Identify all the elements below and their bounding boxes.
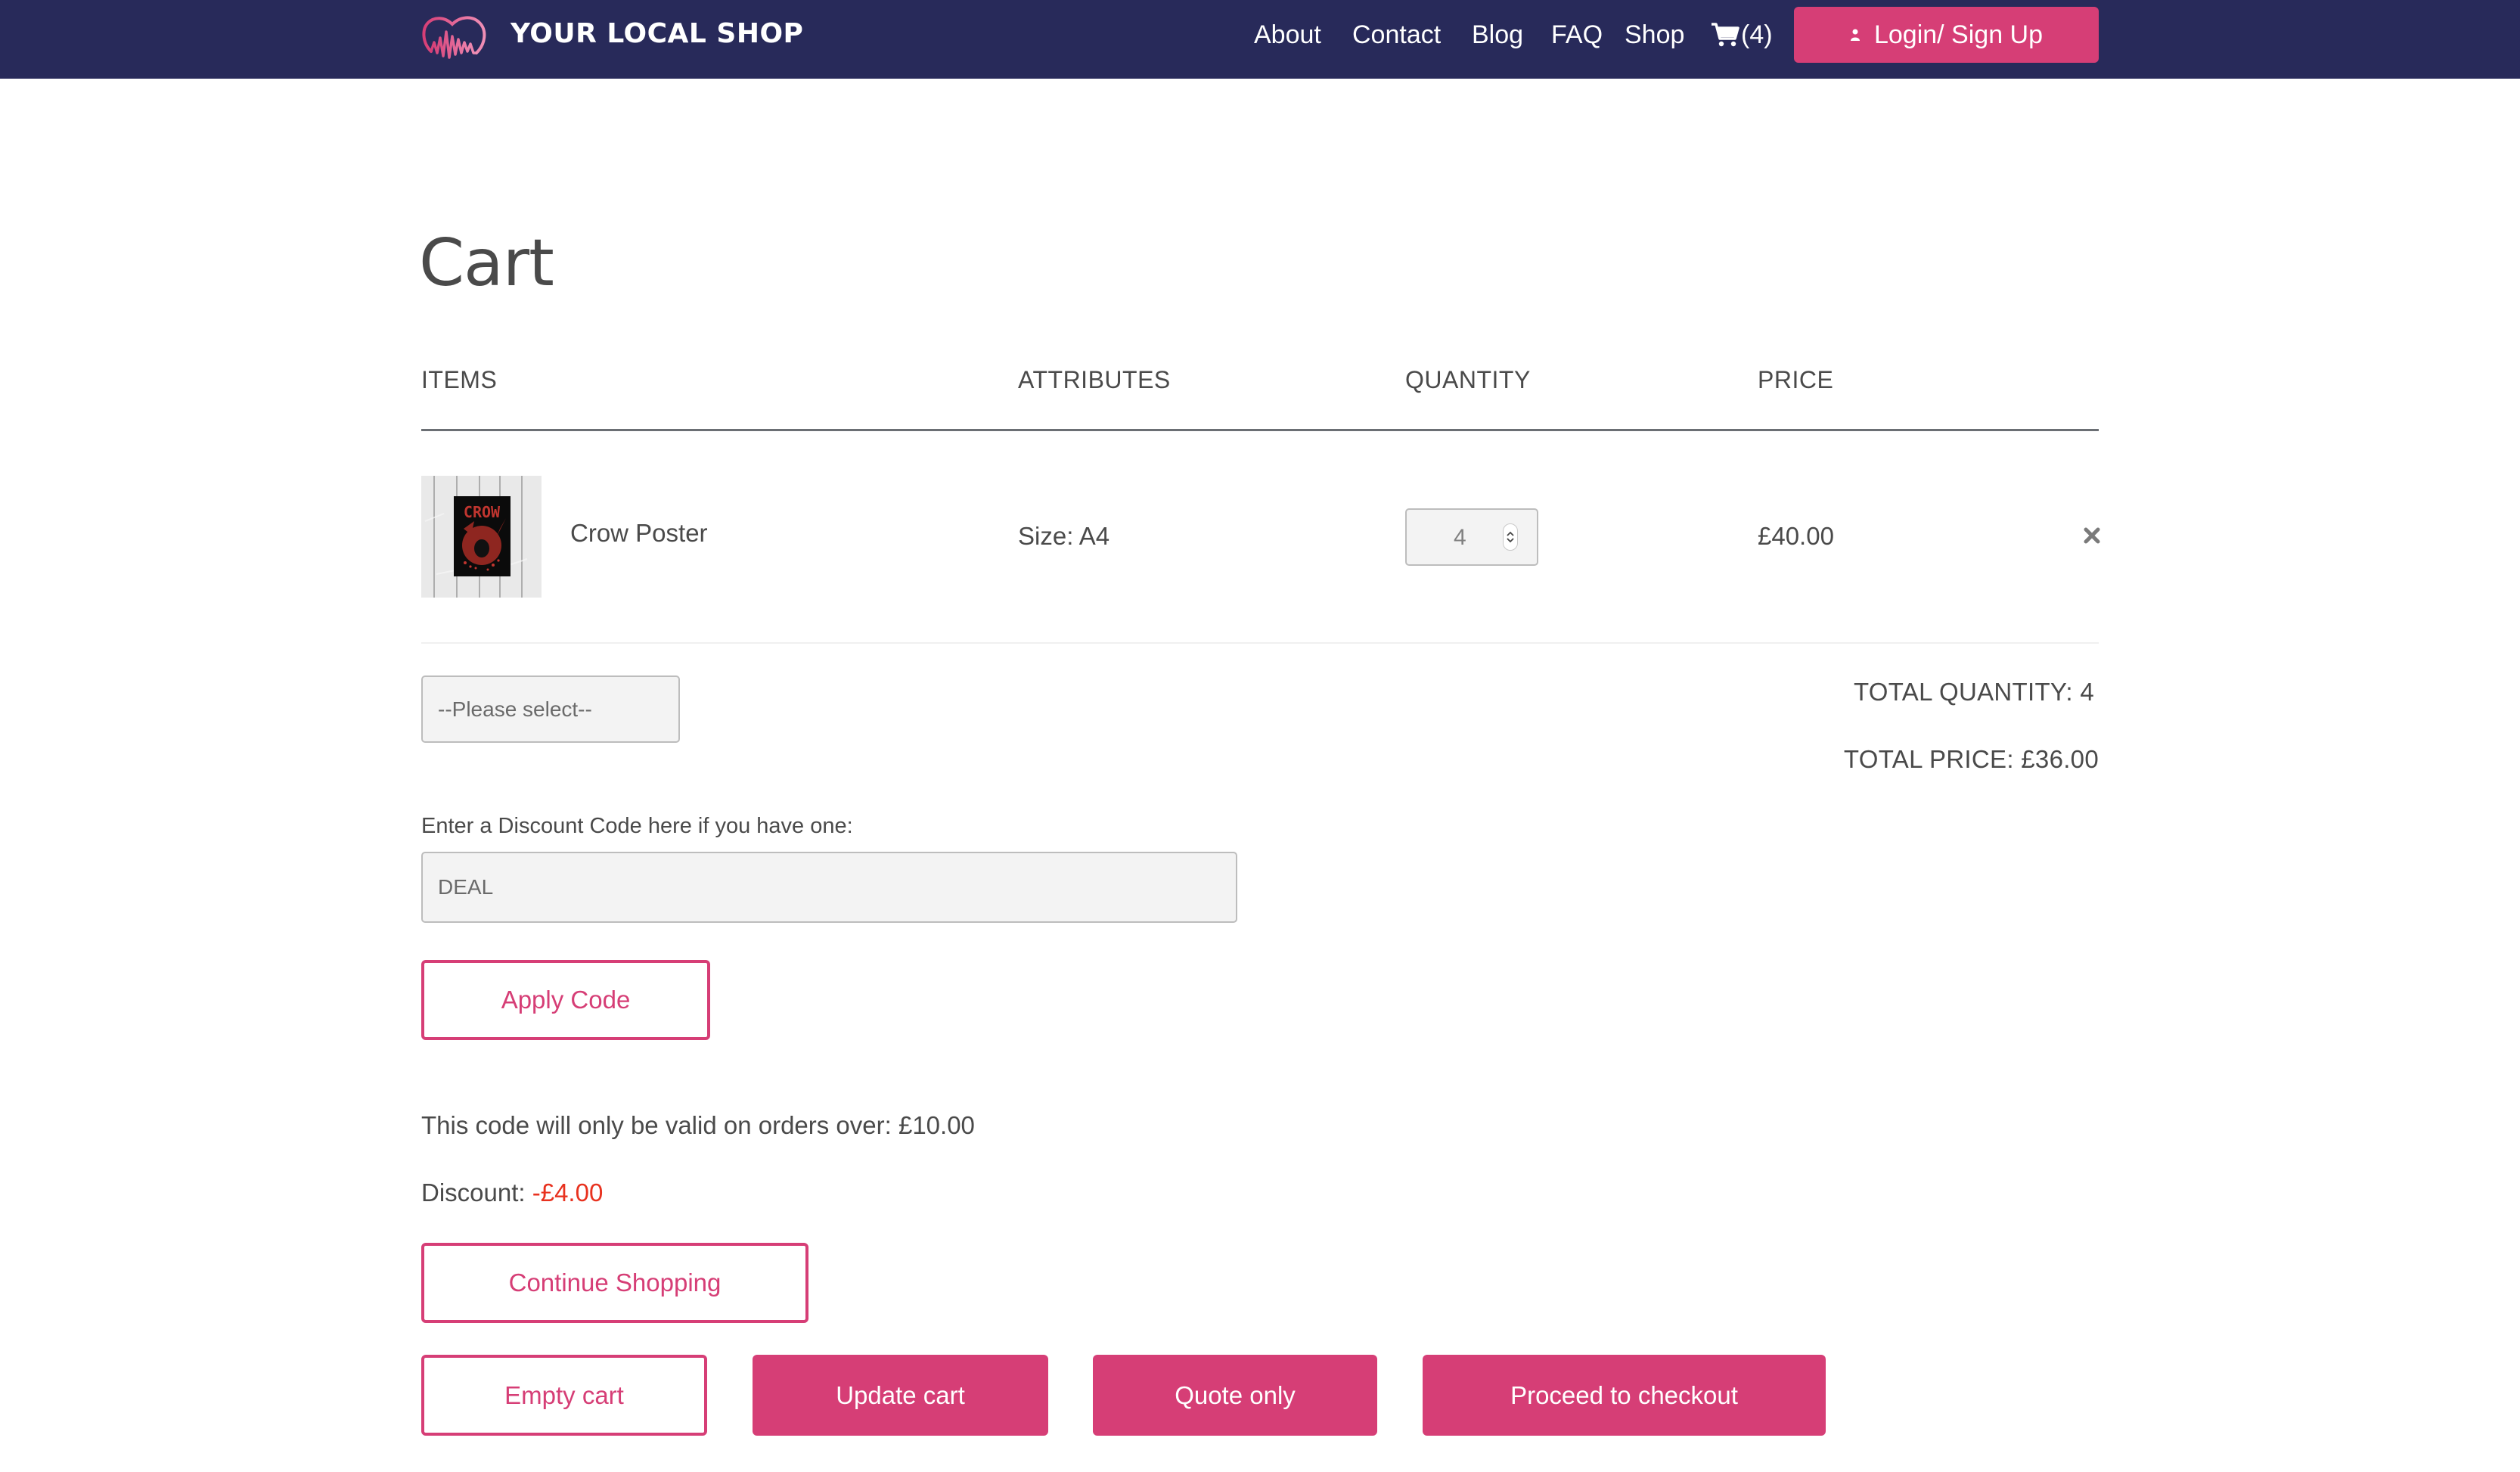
empty-cart-button[interactable]: Empty cart [421, 1355, 707, 1436]
shopping-cart-icon [1712, 23, 1739, 47]
proceed-to-checkout-label: Proceed to checkout [1510, 1380, 1738, 1409]
discount-amount: -£4.00 [532, 1179, 604, 1206]
column-header-quantity: QUANTITY [1405, 366, 1531, 393]
total-quantity: TOTAL QUANTITY: 4 [1853, 678, 2094, 706]
discount-code-input[interactable] [421, 852, 1237, 923]
proceed-to-checkout-button[interactable]: Proceed to checkout [1423, 1355, 1826, 1436]
update-cart-button[interactable]: Update cart [753, 1355, 1048, 1436]
header-divider [421, 429, 2099, 431]
page-title: Cart [419, 225, 554, 301]
apply-code-button[interactable]: Apply Code [421, 960, 710, 1040]
column-header-price: PRICE [1758, 366, 1834, 393]
login-label: Login/ Sign Up [1873, 20, 2044, 49]
user-icon [1850, 29, 1860, 41]
top-navbar: YOUR LOCAL SHOP About Contact Blog FAQ S… [0, 0, 2520, 79]
nav-shop[interactable]: Shop [1625, 17, 1684, 53]
option-select[interactable]: --Please select-- [421, 675, 680, 743]
product-thumbnail[interactable]: CROW [421, 476, 542, 598]
nav-contact[interactable]: Contact [1352, 17, 1441, 53]
nav-blog[interactable]: Blog [1472, 17, 1523, 53]
quote-only-label: Quote only [1175, 1380, 1296, 1409]
nav-faq[interactable]: FAQ [1551, 17, 1603, 53]
row-divider [421, 642, 2099, 644]
brand-name[interactable]: YOUR LOCAL SHOP [511, 18, 803, 49]
login-signup-button[interactable]: Login/ Sign Up [1794, 7, 2099, 63]
continue-shopping-button[interactable]: Continue Shopping [421, 1243, 808, 1323]
chevron-down-icon[interactable] [1506, 537, 1515, 543]
crow-poster-image: CROW [421, 476, 542, 598]
cart-count: (4) [1741, 20, 1773, 49]
select-value: --Please select-- [438, 697, 592, 721]
product-name[interactable]: Crow Poster [570, 519, 708, 548]
code-validity-text: This code will only be valid on orders o… [421, 1111, 975, 1139]
discount-line: Discount: -£4.00 [421, 1179, 603, 1207]
discount-code-label: Enter a Discount Code here if you have o… [421, 814, 853, 838]
column-header-items: ITEMS [421, 366, 498, 393]
quantity-spinner[interactable] [1503, 523, 1518, 551]
nav-cart[interactable]: (4) [1711, 17, 1773, 53]
empty-cart-label: Empty cart [504, 1380, 624, 1409]
nav-about[interactable]: About [1254, 17, 1321, 53]
poster-title-text: CROW [464, 503, 501, 521]
continue-shopping-label: Continue Shopping [508, 1269, 722, 1297]
quantity-stepper[interactable]: 4 [1405, 508, 1538, 566]
quantity-value[interactable]: 4 [1454, 525, 1466, 551]
apply-code-label: Apply Code [501, 986, 631, 1014]
heart-logo-icon[interactable] [421, 12, 489, 62]
total-price: TOTAL PRICE: £36.00 [1843, 745, 2099, 773]
discount-label: Discount: [421, 1179, 532, 1206]
column-header-attributes: ATTRIBUTES [1018, 366, 1171, 393]
update-cart-label: Update cart [836, 1380, 965, 1409]
product-price: £40.00 [1758, 522, 1834, 550]
remove-item-icon[interactable] [2084, 527, 2100, 544]
quote-only-button[interactable]: Quote only [1093, 1355, 1377, 1436]
product-attributes: Size: A4 [1018, 522, 1110, 550]
chevron-up-icon[interactable] [1506, 531, 1515, 537]
